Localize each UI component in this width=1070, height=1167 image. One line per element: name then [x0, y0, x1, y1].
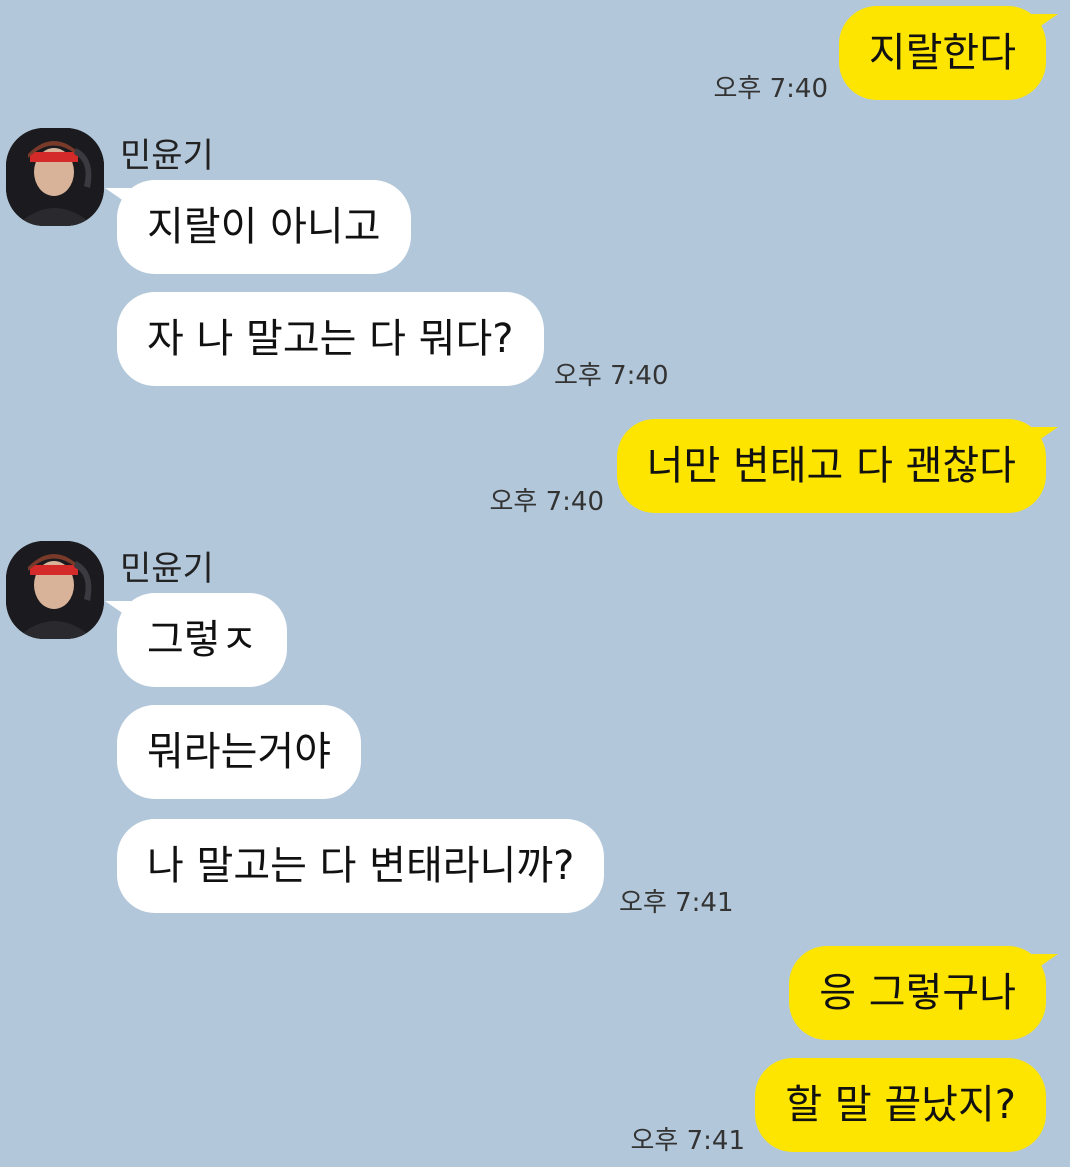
message-timestamp: 오후 7:41	[619, 888, 734, 918]
sender-name: 민윤기	[120, 136, 214, 176]
their-message-bubble[interactable]: 자 나 말고는 다 뭐다?	[117, 292, 544, 386]
bubble-tail	[1032, 427, 1058, 445]
my-message-bubble[interactable]: 할 말 끝났지?	[755, 1058, 1046, 1152]
message-text: 너만 변태고 다 괜찮다	[646, 443, 1016, 489]
their-message-bubble[interactable]: 그렇ㅈ	[105, 593, 288, 687]
my-message-bubble[interactable]: 너만 변태고 다 괜찮다	[616, 419, 1058, 513]
message-text: 지랄한다	[868, 30, 1016, 76]
message-text: 뭐라는거야	[147, 729, 331, 775]
bubble-tail	[1032, 954, 1058, 972]
sender-name: 민윤기	[120, 549, 214, 589]
profile-avatar[interactable]	[6, 541, 104, 639]
avatar-icon	[6, 128, 104, 226]
my-message-bubble[interactable]: 지랄한다	[838, 6, 1058, 100]
avatar-icon	[6, 541, 104, 639]
message-text: 할 말 끝났지?	[785, 1082, 1016, 1128]
bubble-tail	[1032, 14, 1058, 32]
message-text: 응 그렇구나	[819, 970, 1016, 1016]
message-text: 자 나 말고는 다 뭐다?	[147, 316, 514, 362]
my-message-bubble[interactable]: 응 그렇구나	[789, 946, 1058, 1040]
their-message-bubble[interactable]: 나 말고는 다 변태라니까?	[117, 819, 605, 913]
message-text: 그렇ㅈ	[147, 617, 258, 663]
profile-avatar[interactable]	[6, 128, 104, 226]
message-text: 나 말고는 다 변태라니까?	[147, 843, 575, 889]
message-timestamp: 오후 7:40	[554, 361, 669, 391]
their-message-bubble[interactable]: 지랄이 아니고	[105, 180, 411, 274]
their-message-bubble[interactable]: 뭐라는거야	[117, 705, 361, 799]
message-timestamp: 오후 7:40	[713, 74, 829, 104]
message-timestamp: 오후 7:41	[630, 1126, 746, 1156]
bubble-tail	[105, 601, 131, 619]
message-timestamp: 오후 7:40	[489, 487, 605, 517]
message-text: 지랄이 아니고	[147, 204, 381, 250]
bubble-tail	[105, 188, 131, 206]
